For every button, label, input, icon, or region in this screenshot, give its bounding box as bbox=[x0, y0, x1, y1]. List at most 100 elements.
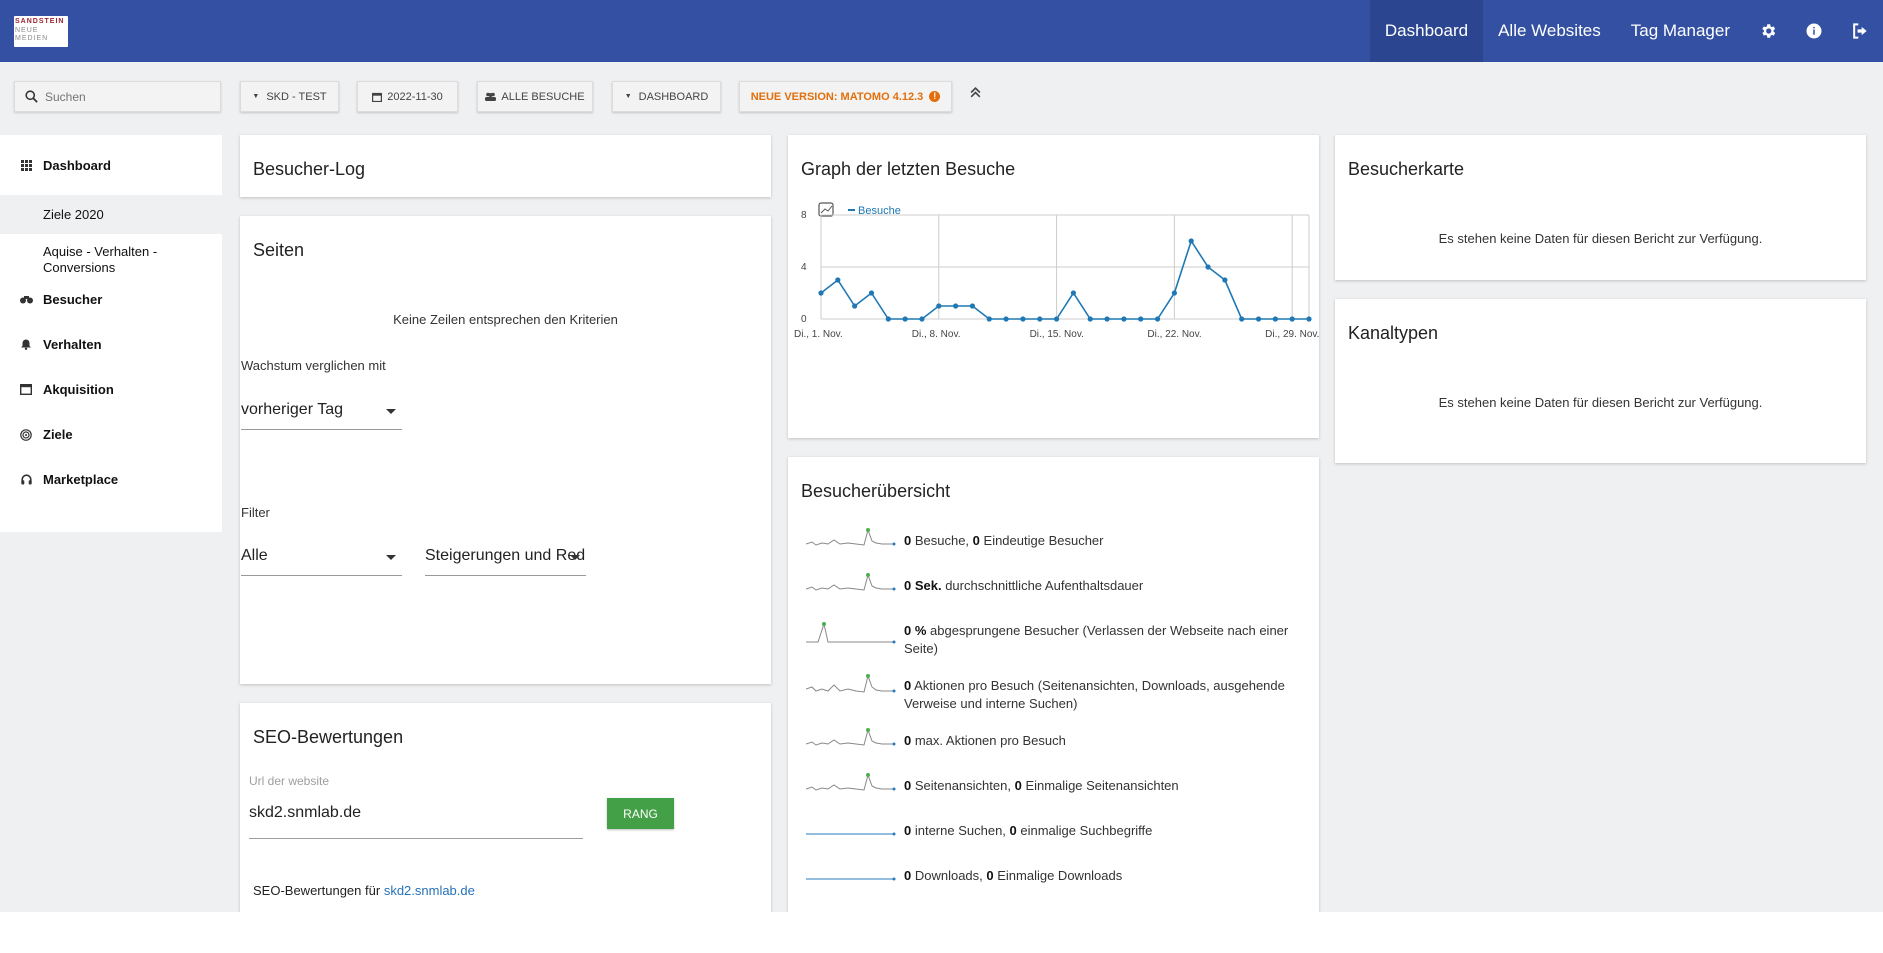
collapse-toolbar-icon[interactable] bbox=[969, 86, 982, 104]
sparkline[interactable] bbox=[806, 526, 898, 556]
overview-metric-text: 0 Sek. durchschnittliche Aufenthaltsdaue… bbox=[904, 577, 1314, 595]
pages-empty-message: Keine Zeilen entsprechen den Kriterien bbox=[393, 312, 618, 327]
data-point[interactable] bbox=[818, 290, 824, 296]
filter-type-select[interactable]: Steigerungen und Reduzierungen bbox=[425, 547, 586, 576]
metric-label: Einmalige Seitenansichten bbox=[1021, 778, 1179, 793]
metric-value: 0 bbox=[1014, 778, 1022, 793]
data-point[interactable] bbox=[1188, 238, 1194, 244]
update-notice-label: NEUE VERSION: MATOMO 4.12.3 bbox=[750, 90, 924, 103]
submenu-aquise[interactable]: Aquise - Verhalten - Conversions bbox=[0, 244, 200, 276]
data-point[interactable] bbox=[936, 303, 942, 309]
sparkline[interactable] bbox=[806, 618, 898, 648]
data-point[interactable] bbox=[1272, 316, 1278, 322]
data-point[interactable] bbox=[1053, 316, 1060, 322]
metric-label: einmalige Suchbegriffe bbox=[1016, 823, 1153, 838]
seo-result-link[interactable]: skd2.snmlab.de bbox=[384, 883, 475, 898]
data-point[interactable] bbox=[1239, 316, 1245, 322]
y-tick-label: 4 bbox=[801, 262, 807, 273]
search-box[interactable] bbox=[14, 81, 221, 112]
metric-label: interne Suchen, bbox=[911, 823, 1010, 838]
widget-channel-types: Kanaltypen Es stehen keine Daten für die… bbox=[1335, 299, 1866, 463]
data-point[interactable] bbox=[1154, 316, 1161, 322]
sparkline-end-point bbox=[892, 542, 896, 546]
data-point[interactable] bbox=[919, 316, 925, 322]
submenu-ziele-2020[interactable]: Ziele 2020 bbox=[0, 195, 222, 234]
sparkline-path bbox=[806, 674, 894, 693]
calendar-icon bbox=[372, 92, 383, 102]
site-selector[interactable]: ▼ SKD - TEST bbox=[240, 81, 339, 112]
sparkline[interactable] bbox=[806, 861, 898, 891]
grid-icon bbox=[16, 159, 36, 171]
data-point[interactable] bbox=[1037, 316, 1043, 322]
sparkline[interactable] bbox=[806, 726, 898, 756]
data-point[interactable] bbox=[852, 303, 858, 309]
menu-acquisition[interactable]: Akquisition bbox=[0, 377, 222, 402]
sparkline[interactable] bbox=[806, 816, 898, 846]
data-point[interactable] bbox=[1121, 316, 1127, 322]
data-point[interactable] bbox=[1289, 316, 1295, 322]
data-point[interactable] bbox=[969, 303, 976, 309]
segment-selector[interactable]: ALLE BESUCHE bbox=[477, 81, 593, 112]
logo[interactable]: SANDSTEIN NEUE MEDIEN bbox=[14, 16, 68, 47]
submenu-aquise-label: Aquise - Verhalten - Conversions bbox=[43, 244, 158, 275]
data-point[interactable] bbox=[835, 277, 841, 283]
data-point[interactable] bbox=[1255, 316, 1262, 322]
data-point[interactable] bbox=[1138, 316, 1144, 322]
menu-marketplace[interactable]: Marketplace bbox=[0, 467, 222, 492]
gear-icon[interactable] bbox=[1745, 0, 1791, 62]
menu-visitors-label: Besucher bbox=[43, 292, 103, 307]
nav-all-websites[interactable]: Alle Websites bbox=[1483, 0, 1616, 62]
metric-label: Einmalige Downloads bbox=[993, 868, 1123, 883]
data-point[interactable] bbox=[953, 303, 959, 309]
menu-behaviour[interactable]: Verhalten bbox=[0, 332, 222, 357]
sparkline-end-point bbox=[892, 640, 896, 644]
sparkline[interactable] bbox=[806, 673, 898, 703]
data-point[interactable] bbox=[1222, 277, 1228, 283]
compare-select[interactable]: vorheriger Tag bbox=[241, 401, 402, 430]
logout-icon[interactable] bbox=[1837, 0, 1883, 62]
app-window: SANDSTEIN NEUE MEDIEN Dashboard Alle Web… bbox=[0, 0, 1883, 912]
sparkline-end-point bbox=[892, 877, 896, 881]
sparkline[interactable] bbox=[806, 771, 898, 801]
data-point[interactable] bbox=[986, 316, 992, 322]
data-point[interactable] bbox=[1306, 316, 1312, 322]
data-point[interactable] bbox=[1171, 290, 1177, 296]
sparkline[interactable] bbox=[806, 571, 898, 601]
rank-button[interactable]: RANG bbox=[607, 798, 674, 829]
submenu-ziele-2020-label: Ziele 2020 bbox=[43, 207, 104, 222]
info-icon[interactable] bbox=[1791, 0, 1837, 62]
menu-visitors[interactable]: Besucher bbox=[0, 287, 222, 312]
sparkline-max-point bbox=[866, 728, 870, 732]
nav-dashboard[interactable]: Dashboard bbox=[1369, 0, 1484, 62]
widget-visitor-overview-title: Besucherübersicht bbox=[801, 481, 951, 501]
metric-value: 0 bbox=[1009, 823, 1017, 838]
data-point[interactable] bbox=[1070, 290, 1077, 296]
menu-dashboard-label: Dashboard bbox=[43, 157, 111, 173]
menu-goals[interactable]: Ziele bbox=[0, 422, 222, 447]
overview-metric-text: 0 Besuche, 0 Eindeutige Besucher bbox=[904, 532, 1314, 550]
dashboard-selector-label: DASHBOARD bbox=[638, 90, 709, 103]
metric-value: 0 bbox=[986, 868, 994, 883]
headphones-icon bbox=[16, 474, 36, 485]
search-input[interactable] bbox=[43, 88, 207, 105]
widget-visits-graph: Graph der letzten Besuche Besuche 0 4 8 Di.,… bbox=[788, 135, 1319, 438]
data-point[interactable] bbox=[885, 316, 891, 322]
sparkline-max-point bbox=[866, 773, 870, 777]
data-point[interactable] bbox=[1205, 264, 1211, 270]
sparkline-end-point bbox=[892, 832, 896, 836]
seo-url-input[interactable]: skd2.snmlab.de bbox=[249, 800, 583, 839]
data-point[interactable] bbox=[868, 290, 875, 296]
data-point[interactable] bbox=[1087, 316, 1093, 322]
update-notice[interactable]: NEUE VERSION: MATOMO 4.12.3 ! bbox=[739, 81, 952, 112]
nav-tag-manager[interactable]: Tag Manager bbox=[1616, 0, 1745, 62]
data-point[interactable] bbox=[902, 316, 908, 322]
logo-line1: SANDSTEIN bbox=[15, 18, 65, 25]
date-selector[interactable]: 2022-11-30 bbox=[357, 81, 458, 112]
data-point[interactable] bbox=[1104, 316, 1110, 322]
data-point[interactable] bbox=[1020, 316, 1026, 322]
overview-metric-text: 0 % abgesprungene Besucher (Verlassen de… bbox=[904, 622, 1314, 658]
filter-select[interactable]: Alle bbox=[241, 547, 402, 576]
dashboard-selector[interactable]: ▼ DASHBOARD bbox=[612, 81, 721, 112]
data-point[interactable] bbox=[1003, 316, 1009, 322]
menu-dashboard[interactable]: Dashboard bbox=[0, 135, 222, 195]
